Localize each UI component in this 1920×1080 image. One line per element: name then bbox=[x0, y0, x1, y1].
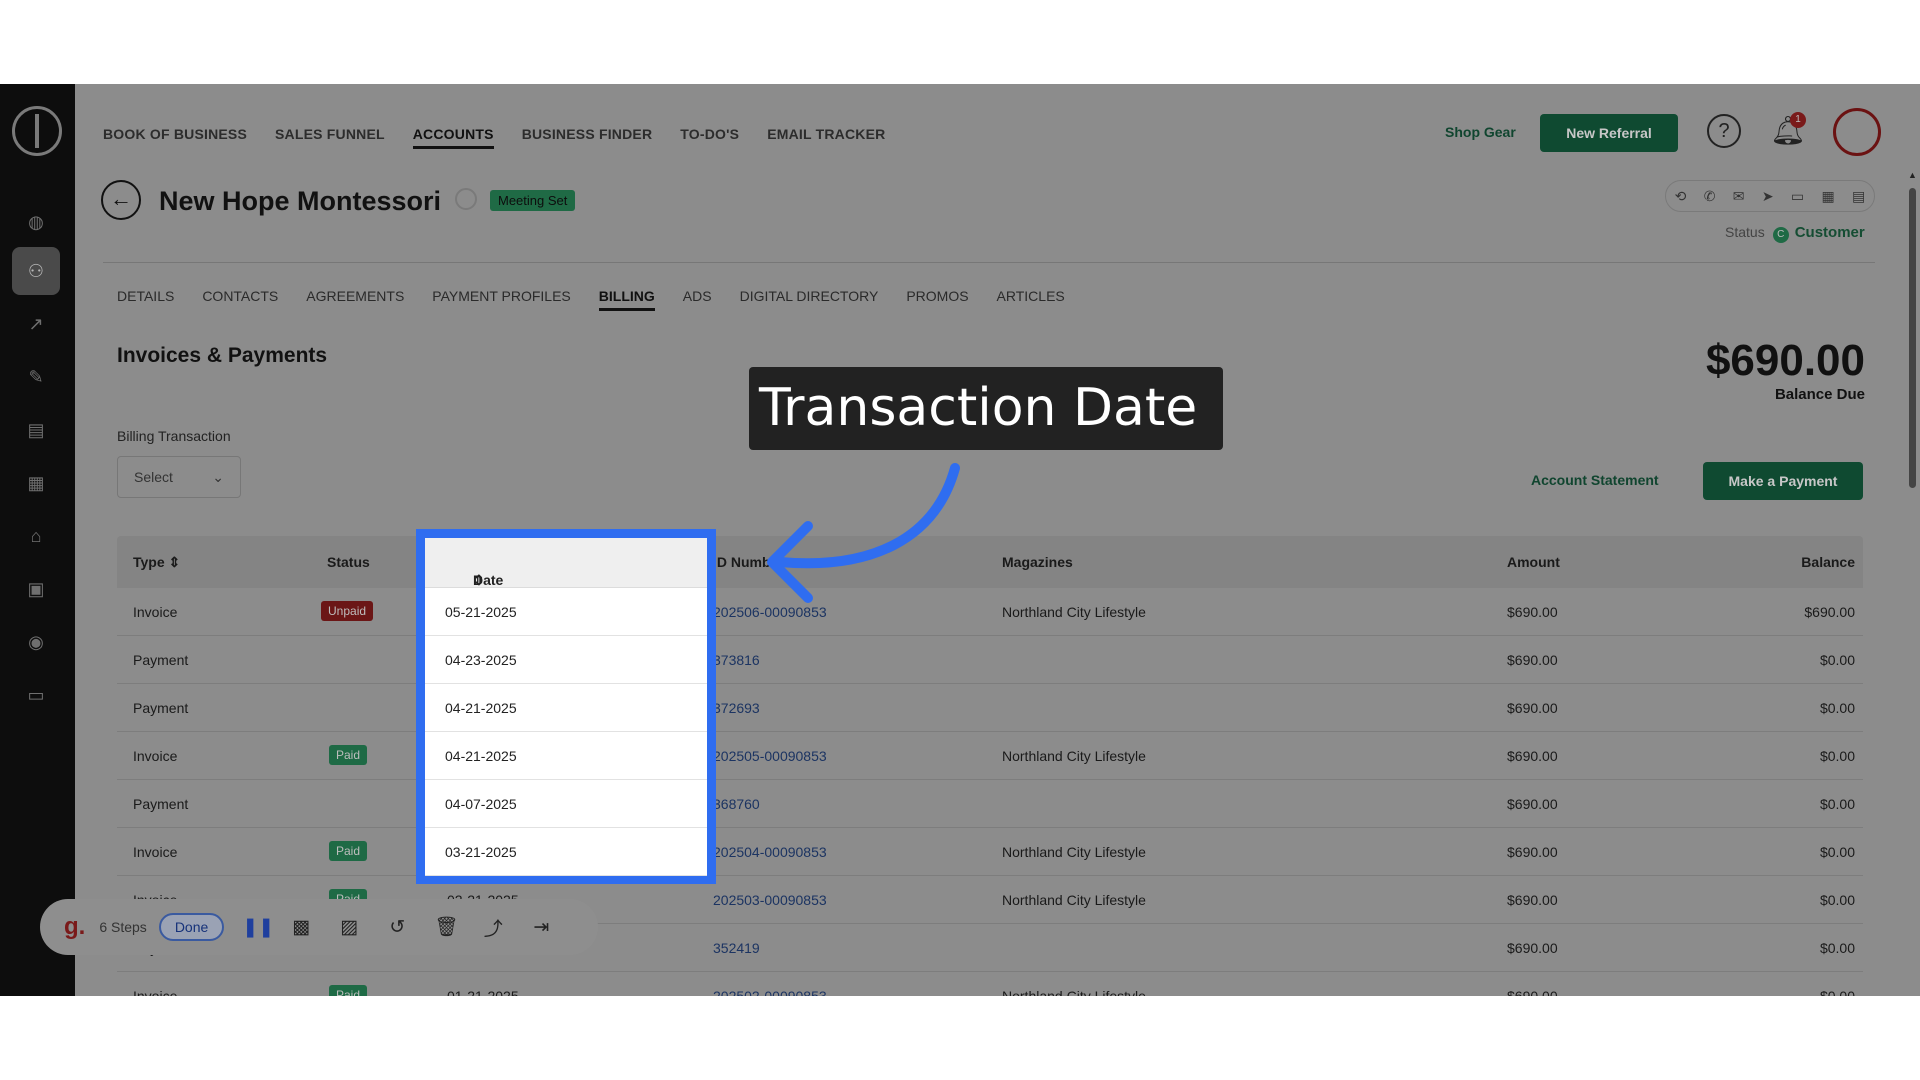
steps-count: 6 Steps bbox=[99, 919, 147, 935]
pause-icon[interactable]: ❚❚ bbox=[242, 916, 274, 939]
upload-icon[interactable]: ⤴ bbox=[482, 914, 504, 941]
trash-icon[interactable]: 🗑︎ bbox=[434, 915, 458, 939]
done-button[interactable]: Done bbox=[158, 913, 225, 941]
blur-icon[interactable]: ▩ bbox=[290, 916, 312, 939]
image-icon[interactable]: ▨ bbox=[338, 916, 360, 939]
undo-icon[interactable]: ↺ bbox=[386, 916, 408, 939]
recorder-toolbar: g. 6 Steps Done ❚❚ ▩ ▨ ↺ 🗑︎ ⤴ ⇥ bbox=[40, 899, 598, 955]
recorder-logo: g. bbox=[64, 913, 86, 940]
skip-icon[interactable]: ⇥ bbox=[530, 916, 552, 939]
arrow-curve bbox=[775, 463, 960, 569]
